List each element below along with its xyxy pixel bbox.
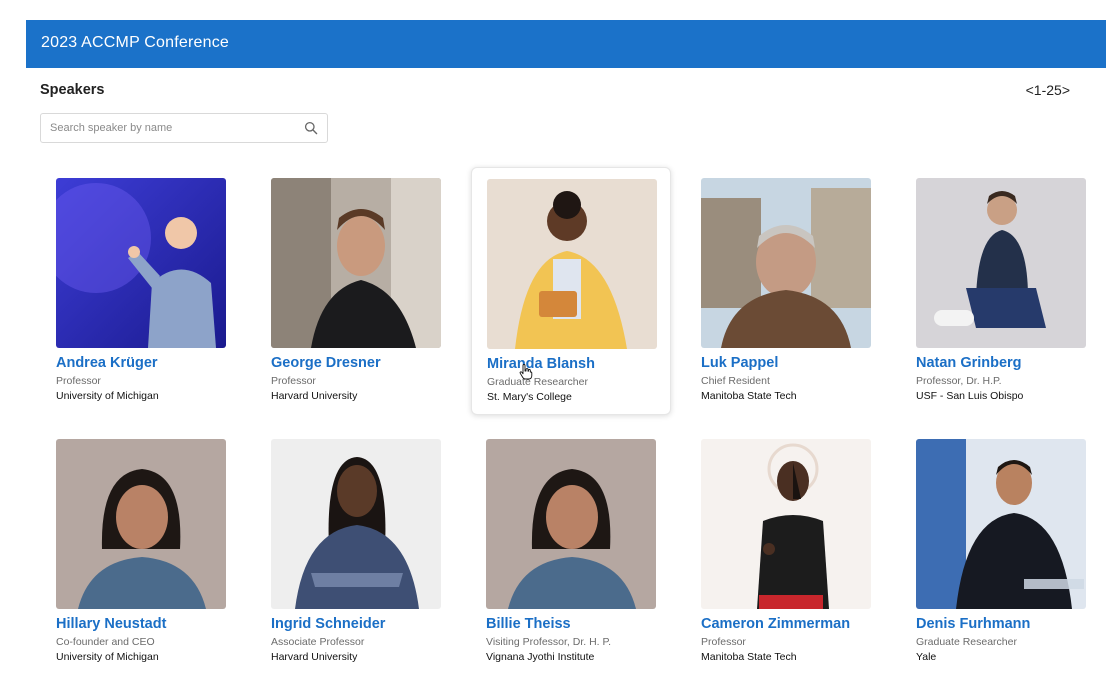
speaker-card[interactable]: Cameron Zimmerman Professor Manitoba Sta…: [686, 428, 886, 676]
speaker-photo[interactable]: [271, 439, 441, 609]
speaker-photo[interactable]: [487, 179, 657, 349]
speaker-name[interactable]: Denis Furhmann: [916, 616, 1030, 632]
speaker-organization: University of Michigan: [56, 390, 159, 402]
speaker-photo[interactable]: [271, 178, 441, 348]
speaker-organization: Harvard University: [271, 390, 358, 402]
speaker-card[interactable]: Hillary Neustadt Co-founder and CEO Univ…: [41, 428, 241, 676]
speaker-organization: Manitoba State Tech: [701, 651, 797, 663]
speaker-title: Visiting Professor, Dr. H. P.: [486, 636, 612, 648]
speaker-name[interactable]: Hillary Neustadt: [56, 616, 166, 632]
speaker-photo[interactable]: [56, 439, 226, 609]
speaker-card[interactable]: Billie Theiss Visiting Professor, Dr. H.…: [471, 428, 671, 676]
speaker-title: Professor, Dr. H.P.: [916, 375, 1002, 387]
speaker-card[interactable]: Miranda Blansh Graduate Researcher St. M…: [471, 167, 671, 415]
speaker-photo[interactable]: [486, 439, 656, 609]
speaker-photo[interactable]: [916, 178, 1086, 348]
speaker-card[interactable]: Denis Furhmann Graduate Researcher Yale: [901, 428, 1101, 676]
speaker-name[interactable]: Natan Grinberg: [916, 355, 1022, 371]
speaker-organization: Manitoba State Tech: [701, 390, 797, 402]
speaker-name[interactable]: George Dresner: [271, 355, 381, 371]
speaker-name[interactable]: Cameron Zimmerman: [701, 616, 850, 632]
speaker-title: Professor: [271, 375, 316, 387]
speaker-card[interactable]: George Dresner Professor Harvard Univers…: [256, 167, 456, 415]
speaker-card[interactable]: Luk Pappel Chief Resident Manitoba State…: [686, 167, 886, 415]
speaker-photo[interactable]: [701, 439, 871, 609]
speaker-organization: Harvard University: [271, 651, 358, 663]
speaker-photo[interactable]: [701, 178, 871, 348]
speaker-organization: Yale: [916, 651, 937, 663]
speaker-card[interactable]: Andrea Krüger Professor University of Mi…: [41, 167, 241, 415]
speaker-organization: Vignana Jyothi Institute: [486, 651, 595, 663]
speaker-title: Professor: [701, 636, 746, 648]
speaker-name[interactable]: Luk Pappel: [701, 355, 778, 371]
speaker-title: Graduate Researcher: [916, 636, 1017, 648]
speaker-photo[interactable]: [56, 178, 226, 348]
speaker-photo[interactable]: [916, 439, 1086, 609]
speaker-organization: USF - San Luis Obispo: [916, 390, 1024, 402]
speaker-organization: University of Michigan: [56, 651, 159, 663]
speaker-name[interactable]: Andrea Krüger: [56, 355, 158, 371]
speaker-title: Co-founder and CEO: [56, 636, 155, 648]
speaker-name[interactable]: Billie Theiss: [486, 616, 571, 632]
speaker-title: Graduate Researcher: [487, 376, 588, 388]
speaker-organization: St. Mary's College: [487, 391, 572, 403]
speaker-title: Professor: [56, 375, 101, 387]
speaker-name[interactable]: Miranda Blansh: [487, 356, 595, 372]
speaker-title: Associate Professor: [271, 636, 365, 648]
speaker-name[interactable]: Ingrid Schneider: [271, 616, 385, 632]
speaker-grid: Andrea Krüger Professor University of Mi…: [0, 0, 1106, 687]
speaker-card[interactable]: Natan Grinberg Professor, Dr. H.P. USF -…: [901, 167, 1101, 415]
speaker-title: Chief Resident: [701, 375, 770, 387]
speaker-card[interactable]: Ingrid Schneider Associate Professor Har…: [256, 428, 456, 676]
